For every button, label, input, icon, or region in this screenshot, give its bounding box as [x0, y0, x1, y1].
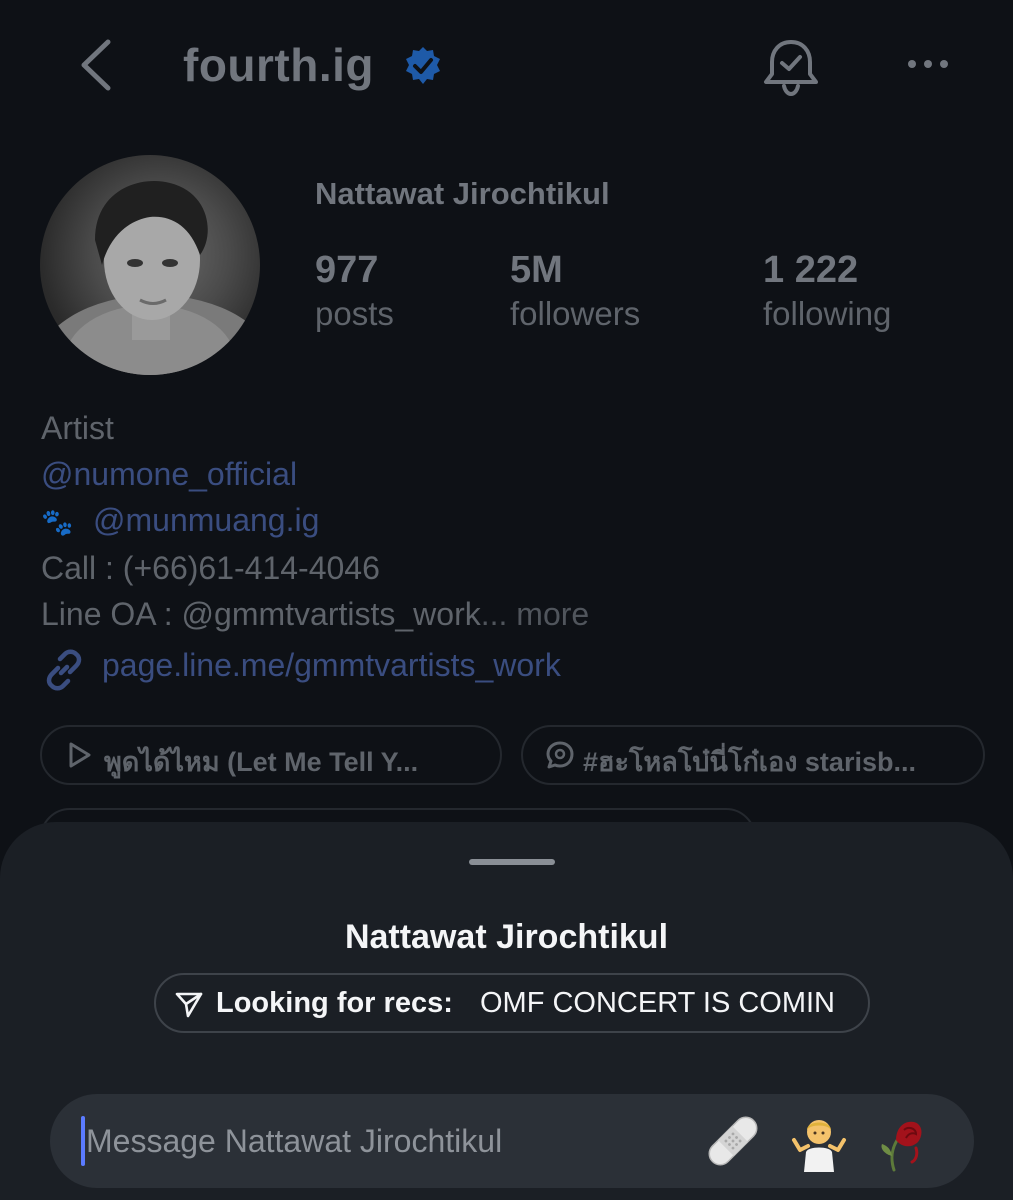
posts-label: posts	[315, 295, 394, 332]
bio-mention-numone[interactable]: @numone_official	[41, 451, 589, 497]
following-count: 1 222	[763, 249, 859, 291]
rose-emoji-button[interactable]	[870, 1110, 932, 1172]
profile-bio: Artist @numone_official 🐾 @munmuang.ig Ca…	[41, 405, 589, 637]
more-horizontal-icon	[908, 60, 948, 68]
threads-chip[interactable]: #ฮะโหลโบ๋นี่โก๋เอง starisb...	[521, 725, 985, 785]
followers-stat[interactable]: 5M followers	[510, 248, 640, 336]
wilted-rose-emoji	[881, 1121, 922, 1172]
website-link-text: page.line.me/gmmtvartists_work	[102, 647, 561, 683]
posts-stat[interactable]: 977 posts	[315, 248, 394, 336]
message-input[interactable]	[86, 1112, 666, 1170]
posts-count: 977	[315, 249, 379, 291]
following-label: following	[763, 295, 892, 332]
followers-count: 5M	[510, 249, 563, 291]
bio-mention-munmuang[interactable]: @munmuang.ig	[93, 502, 319, 538]
bell-check-icon	[764, 40, 818, 97]
shrug-emoji-button[interactable]	[788, 1110, 850, 1172]
bio-line-text: Line OA : @gmmtvartists_work	[41, 596, 481, 632]
music-chip[interactable]: พูดได้ไหม (Let Me Tell Y...	[40, 725, 502, 785]
paper-plane-icon	[175, 992, 203, 1018]
profile-display-name: Nattawat Jirochtikul	[315, 176, 610, 211]
back-button[interactable]	[70, 30, 130, 100]
sheet-recipient-name: Nattawat Jirochtikul	[344, 918, 669, 956]
message-composer	[50, 1094, 974, 1188]
bio-paw-line: 🐾 @munmuang.ig	[41, 497, 589, 545]
profile-username: fourth.ig	[183, 39, 374, 91]
following-stat[interactable]: 1 222 following	[763, 248, 891, 336]
threads-bubble-icon	[546, 741, 574, 769]
bio-ellipsis: ...	[480, 596, 508, 632]
top-bar: fourth.ig	[0, 0, 1013, 130]
avatar-portrait-image	[40, 180, 260, 375]
bio-line-oa: Line OA : @gmmtvartists_work... more	[41, 591, 589, 637]
recs-label: Looking for recs:	[216, 987, 453, 1019]
paw-prints-icon: 🐾	[41, 507, 74, 537]
more-options-button[interactable]	[900, 44, 956, 84]
looking-for-recs-note[interactable]: Looking for recs: OMF CONCERT IS COMIN	[154, 973, 870, 1033]
bio-call: Call : (+66)61-414-4046	[41, 550, 380, 586]
bio-more-button[interactable]: more	[516, 596, 589, 632]
chevron-left-icon	[81, 39, 111, 91]
message-bottom-sheet: Nattawat Jirochtikul Looking for recs: O…	[0, 822, 1013, 1200]
person-shrugging-emoji	[792, 1120, 846, 1172]
music-chip-label: พูดได้ไหม (Let Me Tell Y...	[104, 747, 419, 777]
play-icon	[69, 742, 91, 768]
recs-value: OMF CONCERT IS COMIN	[480, 987, 835, 1019]
notifications-bell-button[interactable]	[760, 36, 822, 98]
adhesive-bandage-emoji	[708, 1116, 758, 1166]
threads-chip-label: #ฮะโหลโบ๋นี่โก๋เอง starisb...	[583, 747, 916, 777]
text-caret	[81, 1116, 85, 1166]
sheet-drag-handle[interactable]	[469, 859, 555, 865]
link-chain-icon	[46, 649, 82, 691]
bio-category: Artist	[41, 410, 114, 446]
profile-avatar[interactable]	[40, 155, 260, 375]
bandage-emoji-button[interactable]	[702, 1110, 764, 1172]
verified-badge-icon	[402, 45, 444, 87]
followers-label: followers	[510, 295, 641, 332]
